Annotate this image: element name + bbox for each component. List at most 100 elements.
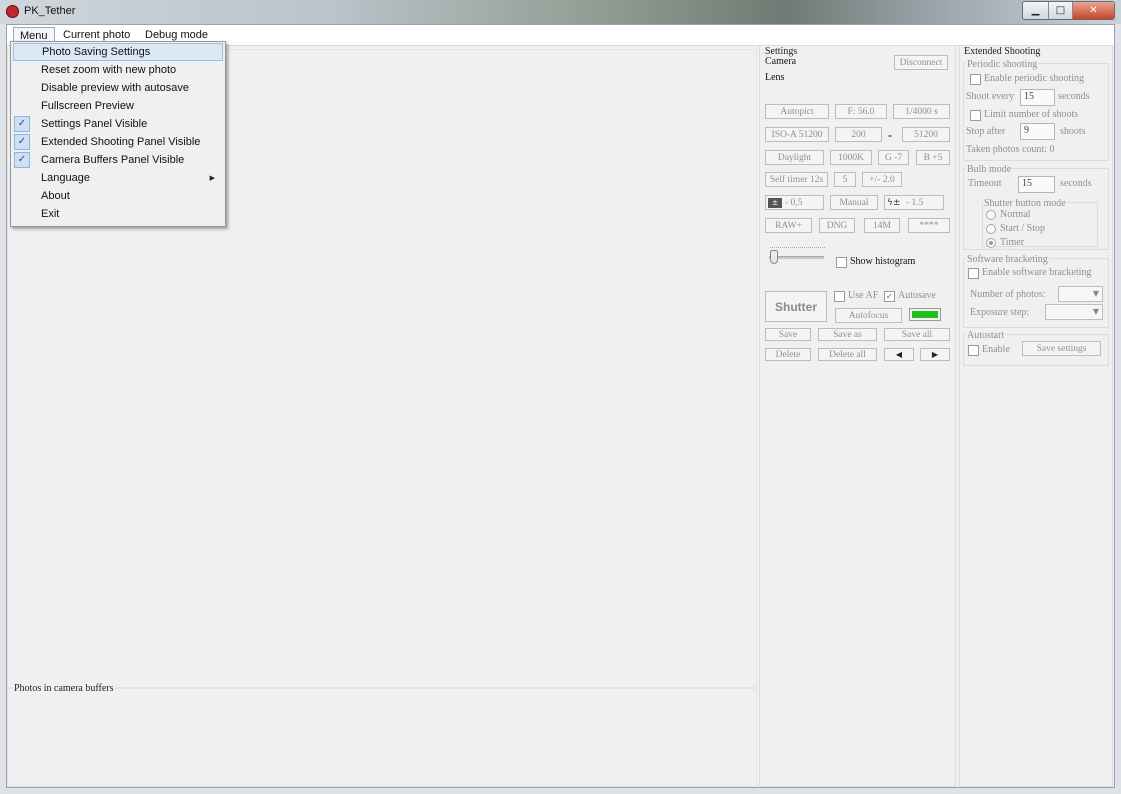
zoom-slider-thumb[interactable] xyxy=(770,250,778,264)
flash-comp-icon: ϟ± xyxy=(887,197,901,208)
minimize-icon[interactable]: ▁ xyxy=(1023,2,1049,19)
wb-kelvin-button[interactable]: 1000K xyxy=(830,150,872,165)
stop-after-unit: shoots xyxy=(1060,126,1086,137)
quality-button[interactable]: **** xyxy=(908,218,950,233)
periodic-title: Periodic shooting xyxy=(966,59,1039,70)
use-af-label: Use AF xyxy=(848,290,879,301)
iso-min-button[interactable]: 200 xyxy=(835,127,882,142)
bulb-mode-group: Bulb mode Timeout 15 seconds Shutter but… xyxy=(963,164,1109,250)
menu-item-extended-panel-visible[interactable]: ✓ Extended Shooting Panel Visible xyxy=(13,133,223,151)
bracketing-title: Software bracketing xyxy=(966,254,1049,265)
taken-photos-count: Taken photos count: 0 xyxy=(966,144,1055,155)
timeout-unit: seconds xyxy=(1060,178,1092,189)
extended-shooting-panel: Extended Shooting Periodic shooting Enab… xyxy=(959,45,1113,787)
zoom-slider[interactable] xyxy=(767,247,825,265)
menu-item-fullscreen-preview[interactable]: Fullscreen Preview xyxy=(13,97,223,115)
limit-shoots-checkbox[interactable] xyxy=(970,110,981,121)
next-photo-button[interactable]: ▶ xyxy=(920,348,950,361)
chevron-down-icon: ▼ xyxy=(1092,307,1099,316)
flash-comp-button[interactable]: ϟ± - 1.5 xyxy=(884,195,944,210)
menu-item-label: Reset zoom with new photo xyxy=(41,64,177,76)
self-timer-button[interactable]: Self timer 12s xyxy=(765,172,828,187)
flash-comp-value: - 1.5 xyxy=(906,197,924,208)
mode-timer-label: Timer xyxy=(1000,237,1025,248)
raw-format-button[interactable]: DNG xyxy=(819,218,855,233)
prev-photo-button[interactable]: ◀ xyxy=(884,348,914,361)
wb-blue-button[interactable]: B +5 xyxy=(916,150,950,165)
mode-button[interactable]: Autopict xyxy=(765,104,829,119)
checkmark-icon: ✓ xyxy=(14,134,30,150)
iso-range-dash: - xyxy=(888,128,892,142)
timer-count-button[interactable]: 5 xyxy=(834,172,856,187)
app-icon xyxy=(6,5,19,18)
save-all-button[interactable]: Save all xyxy=(884,328,950,341)
mode-start-stop-label: Start / Stop xyxy=(1000,223,1046,234)
menu-item-label: Disable preview with autosave xyxy=(41,82,189,94)
exposure-comp-value: - 0,5 xyxy=(785,197,803,208)
menu-item-label: About xyxy=(41,190,70,202)
wb-green-button[interactable]: G -7 xyxy=(878,150,909,165)
save-button[interactable]: Save xyxy=(765,328,811,341)
delete-all-button[interactable]: Delete all xyxy=(818,348,877,361)
menu-item-buffers-panel-visible[interactable]: ✓ Camera Buffers Panel Visible xyxy=(13,151,223,169)
close-icon[interactable]: ✕ xyxy=(1073,2,1114,19)
enable-bracketing-checkbox[interactable] xyxy=(968,268,979,279)
menu-item-settings-panel-visible[interactable]: ✓ Settings Panel Visible xyxy=(13,115,223,133)
exp-comp-range-button[interactable]: +/- 2.0 xyxy=(862,172,902,187)
title-bar: PK_Tether ▁ □ ✕ xyxy=(0,0,1121,24)
timeout-label: Timeout xyxy=(968,178,1002,189)
menu-item-language[interactable]: Language ▶ xyxy=(13,169,223,187)
aperture-button[interactable]: F: 56.0 xyxy=(835,104,887,119)
menu-item-exit[interactable]: Exit xyxy=(13,205,223,223)
use-af-checkbox[interactable] xyxy=(834,291,845,302)
mode-timer-radio[interactable] xyxy=(986,238,996,248)
timeout-input[interactable]: 15 xyxy=(1018,176,1055,193)
show-histogram-checkbox[interactable] xyxy=(836,257,847,268)
menu-item-about[interactable]: About xyxy=(13,187,223,205)
bulb-title: Bulb mode xyxy=(966,164,1013,175)
autofocus-button[interactable]: Autofocus xyxy=(835,308,902,323)
autosave-checkbox[interactable]: ✓ xyxy=(884,291,895,302)
window-title: PK_Tether xyxy=(24,5,76,17)
white-balance-button[interactable]: Daylight xyxy=(765,150,824,165)
exposure-step-select[interactable]: ▼ xyxy=(1045,304,1103,320)
resolution-button[interactable]: 14M xyxy=(864,218,900,233)
menu-item-label: Photo Saving Settings xyxy=(42,46,151,58)
iso-auto-button[interactable]: ISO-A 51200 xyxy=(765,127,829,142)
maximize-icon[interactable]: □ xyxy=(1049,2,1073,19)
stop-after-label: Stop after xyxy=(966,126,1006,137)
shutter-button[interactable]: Shutter xyxy=(765,291,827,322)
submenu-arrow-icon: ▶ xyxy=(209,174,215,182)
save-settings-button[interactable]: Save settings xyxy=(1022,341,1101,356)
mode-normal-label: Normal xyxy=(1000,209,1031,220)
autostart-group: Autostart Enable Save settings xyxy=(963,330,1109,366)
image-format-button[interactable]: RAW+ xyxy=(765,218,812,233)
menu-item-disable-preview[interactable]: Disable preview with autosave xyxy=(13,79,223,97)
exposure-comp-button[interactable]: ± - 0,5 xyxy=(765,195,824,210)
periodic-shooting-group: Periodic shooting Enable periodic shooti… xyxy=(963,59,1109,161)
shoot-every-input[interactable]: 15 xyxy=(1020,89,1055,106)
camera-buffers-panel: Photos in camera buffers xyxy=(7,683,757,787)
enable-periodic-checkbox[interactable] xyxy=(970,74,981,85)
menu-item-reset-zoom[interactable]: Reset zoom with new photo xyxy=(13,61,223,79)
show-histogram-label: Show histogram xyxy=(850,256,916,267)
flash-mode-button[interactable]: Manual xyxy=(830,195,878,210)
mode-normal-radio[interactable] xyxy=(986,210,996,220)
save-as-button[interactable]: Save as xyxy=(818,328,877,341)
button-mode-title: Shutter button mode xyxy=(983,198,1067,209)
shutter-speed-button[interactable]: 1/4000 s xyxy=(893,104,950,119)
num-photos-select[interactable]: ▼ xyxy=(1058,286,1103,302)
iso-max-button[interactable]: 51200 xyxy=(902,127,950,142)
checkmark-icon: ✓ xyxy=(14,152,30,168)
shoot-every-unit: seconds xyxy=(1058,91,1090,102)
stop-after-input[interactable]: 9 xyxy=(1020,123,1055,140)
autosave-label: Autosave xyxy=(898,290,936,301)
shoot-every-label: Shoot every xyxy=(966,91,1015,102)
delete-button[interactable]: Delete xyxy=(765,348,811,361)
autostart-enable-checkbox[interactable] xyxy=(968,345,979,356)
disconnect-button[interactable]: Disconnect xyxy=(894,55,948,70)
software-bracketing-group: Software bracketing Enable software brac… xyxy=(963,254,1109,328)
menu-item-photo-saving-settings[interactable]: Photo Saving Settings xyxy=(13,43,223,61)
mode-start-stop-radio[interactable] xyxy=(986,224,996,234)
menu-item-label: Fullscreen Preview xyxy=(41,100,134,112)
